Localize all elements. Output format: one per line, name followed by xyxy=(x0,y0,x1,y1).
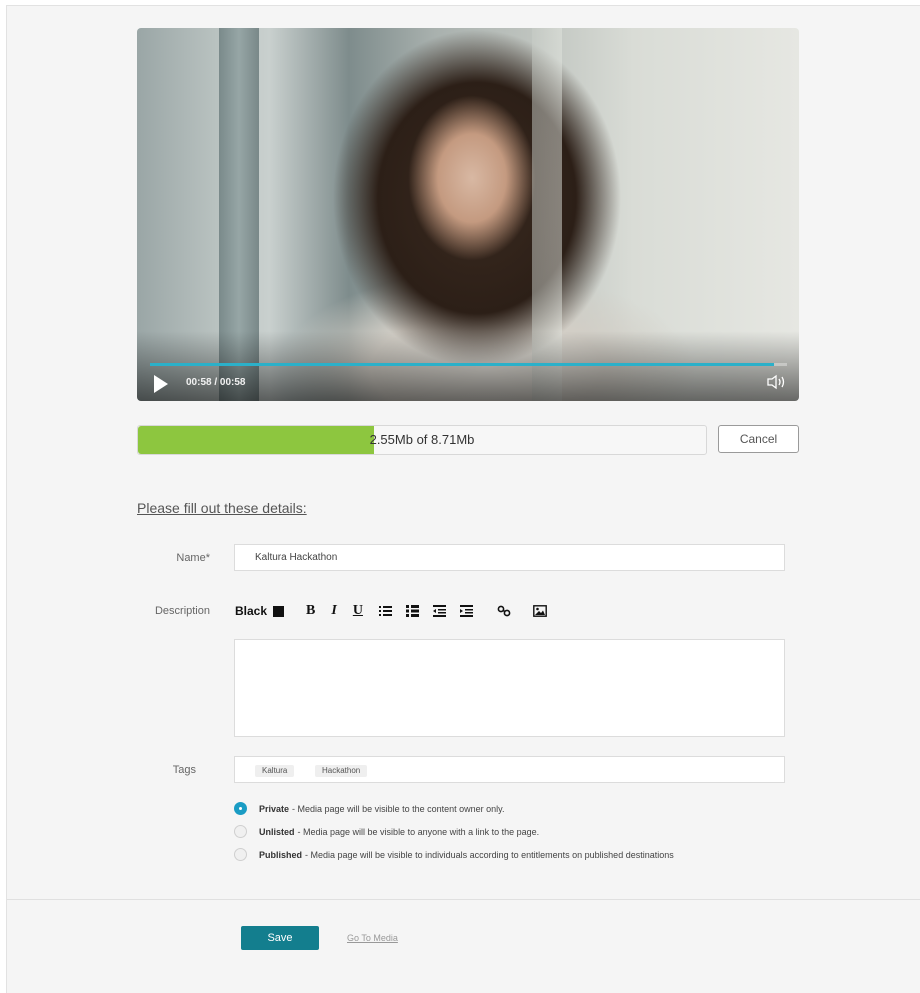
description-textarea[interactable] xyxy=(234,639,785,737)
video-scrubber[interactable] xyxy=(150,363,787,366)
radio-button[interactable] xyxy=(234,848,247,861)
tag-chip[interactable]: Hackathon xyxy=(315,765,368,777)
video-time: 00:58 / 00:58 xyxy=(186,377,246,388)
visibility-title: Private xyxy=(259,803,290,814)
form-title: Please fill out these details: xyxy=(137,500,307,516)
upload-progress-bar: 2.55Mb of 8.71Mb xyxy=(137,425,707,455)
visibility-title: Published xyxy=(259,849,303,860)
visibility-title: Unlisted xyxy=(259,826,295,837)
underline-button[interactable]: U xyxy=(353,602,363,620)
visibility-description: - Media page will be visible to the cont… xyxy=(292,803,505,814)
go-to-media-link[interactable]: Go To Media xyxy=(347,933,398,943)
video-player[interactable]: 00:58 / 00:58 xyxy=(137,28,799,401)
visibility-description: - Media page will be visible to anyone w… xyxy=(297,826,540,837)
name-input-value: Kaltura Hackathon xyxy=(255,552,338,563)
footer-divider xyxy=(7,899,920,900)
name-label: Name* xyxy=(176,552,210,564)
name-input[interactable]: Kaltura Hackathon xyxy=(234,544,785,571)
image-icon[interactable] xyxy=(533,605,547,617)
cancel-upload-button[interactable]: Cancel xyxy=(718,425,799,453)
visibility-option-published[interactable]: Published - Media page will be visible t… xyxy=(234,848,674,861)
tags-label: Tags xyxy=(172,764,196,776)
text-color-select[interactable]: Black xyxy=(235,604,267,618)
indent-icon[interactable] xyxy=(459,605,473,617)
rich-text-toolbar: Black B I U xyxy=(235,602,561,620)
visibility-description: - Media page will be visible to individu… xyxy=(305,849,674,860)
radio-button[interactable] xyxy=(234,825,247,838)
bold-button[interactable]: B xyxy=(306,602,315,620)
upload-progress-text: 2.55Mb of 8.71Mb xyxy=(369,432,475,447)
save-button[interactable]: Save xyxy=(241,926,319,950)
visibility-option-unlisted[interactable]: Unlisted - Media page will be visible to… xyxy=(234,825,539,838)
video-scrubber-progress xyxy=(150,363,775,366)
radio-button[interactable] xyxy=(234,802,247,815)
tag-chip[interactable]: Kaltura xyxy=(255,765,295,777)
link-icon[interactable] xyxy=(497,605,511,617)
bullet-list-icon[interactable] xyxy=(405,605,419,617)
outdent-icon[interactable] xyxy=(432,605,446,617)
color-swatch-icon[interactable] xyxy=(273,605,285,617)
italic-button[interactable]: I xyxy=(331,602,336,620)
volume-icon[interactable] xyxy=(765,373,787,391)
player-controls-shade xyxy=(137,331,799,401)
ordered-list-icon[interactable] xyxy=(378,605,392,617)
play-icon[interactable] xyxy=(154,375,168,393)
description-label: Description xyxy=(154,605,210,617)
visibility-option-private[interactable]: Private - Media page will be visible to … xyxy=(234,802,504,815)
tags-input[interactable]: Kaltura Hackathon xyxy=(234,756,785,783)
